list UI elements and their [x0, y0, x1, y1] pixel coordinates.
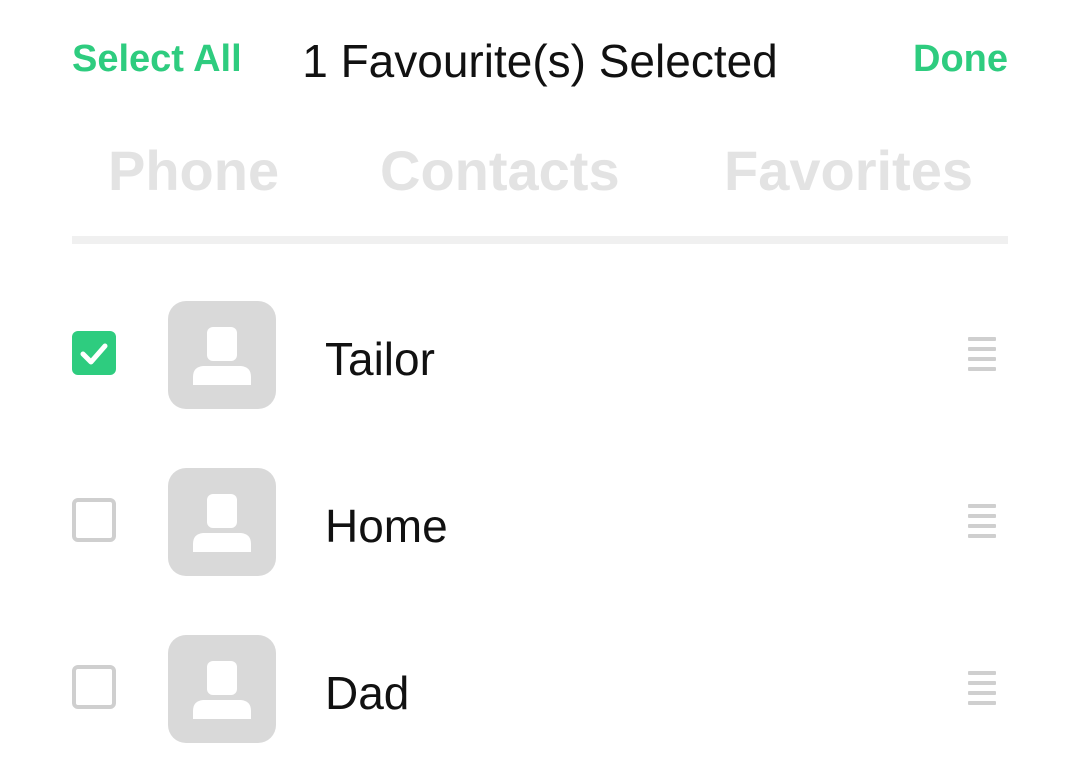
tab-phone[interactable]: Phone: [108, 138, 279, 203]
drag-handle-icon[interactable]: [968, 335, 998, 375]
person-placeholder-icon: [193, 327, 251, 385]
selection-count-title: 1 Favourite(s) Selected: [302, 35, 778, 87]
person-placeholder-icon: [193, 661, 251, 719]
tab-bar: Phone Contacts Favorites: [72, 138, 1008, 218]
row-checkbox[interactable]: [72, 665, 116, 709]
person-placeholder-icon: [193, 494, 251, 552]
drag-handle-icon[interactable]: [968, 502, 998, 542]
drag-handle-icon[interactable]: [968, 669, 998, 709]
contact-name: Home: [325, 500, 448, 552]
avatar: [168, 468, 276, 576]
row-checkbox[interactable]: [72, 498, 116, 542]
contact-name: Dad: [325, 667, 410, 719]
list-item[interactable]: Tailor: [0, 280, 1080, 430]
list-item[interactable]: Home: [0, 447, 1080, 597]
list-item[interactable]: Dad: [0, 614, 1080, 764]
avatar: [168, 635, 276, 743]
checkmark-icon: [80, 343, 108, 365]
avatar: [168, 301, 276, 409]
done-button[interactable]: Done: [913, 38, 1008, 81]
contact-name: Tailor: [325, 333, 435, 385]
tab-contacts[interactable]: Contacts: [380, 138, 620, 203]
selection-header: Select All 1 Favourite(s) Selected Done: [0, 0, 1080, 120]
select-all-button[interactable]: Select All: [72, 38, 242, 81]
tab-favorites[interactable]: Favorites: [724, 138, 973, 203]
row-checkbox[interactable]: [72, 331, 116, 375]
tab-divider: [72, 236, 1008, 244]
